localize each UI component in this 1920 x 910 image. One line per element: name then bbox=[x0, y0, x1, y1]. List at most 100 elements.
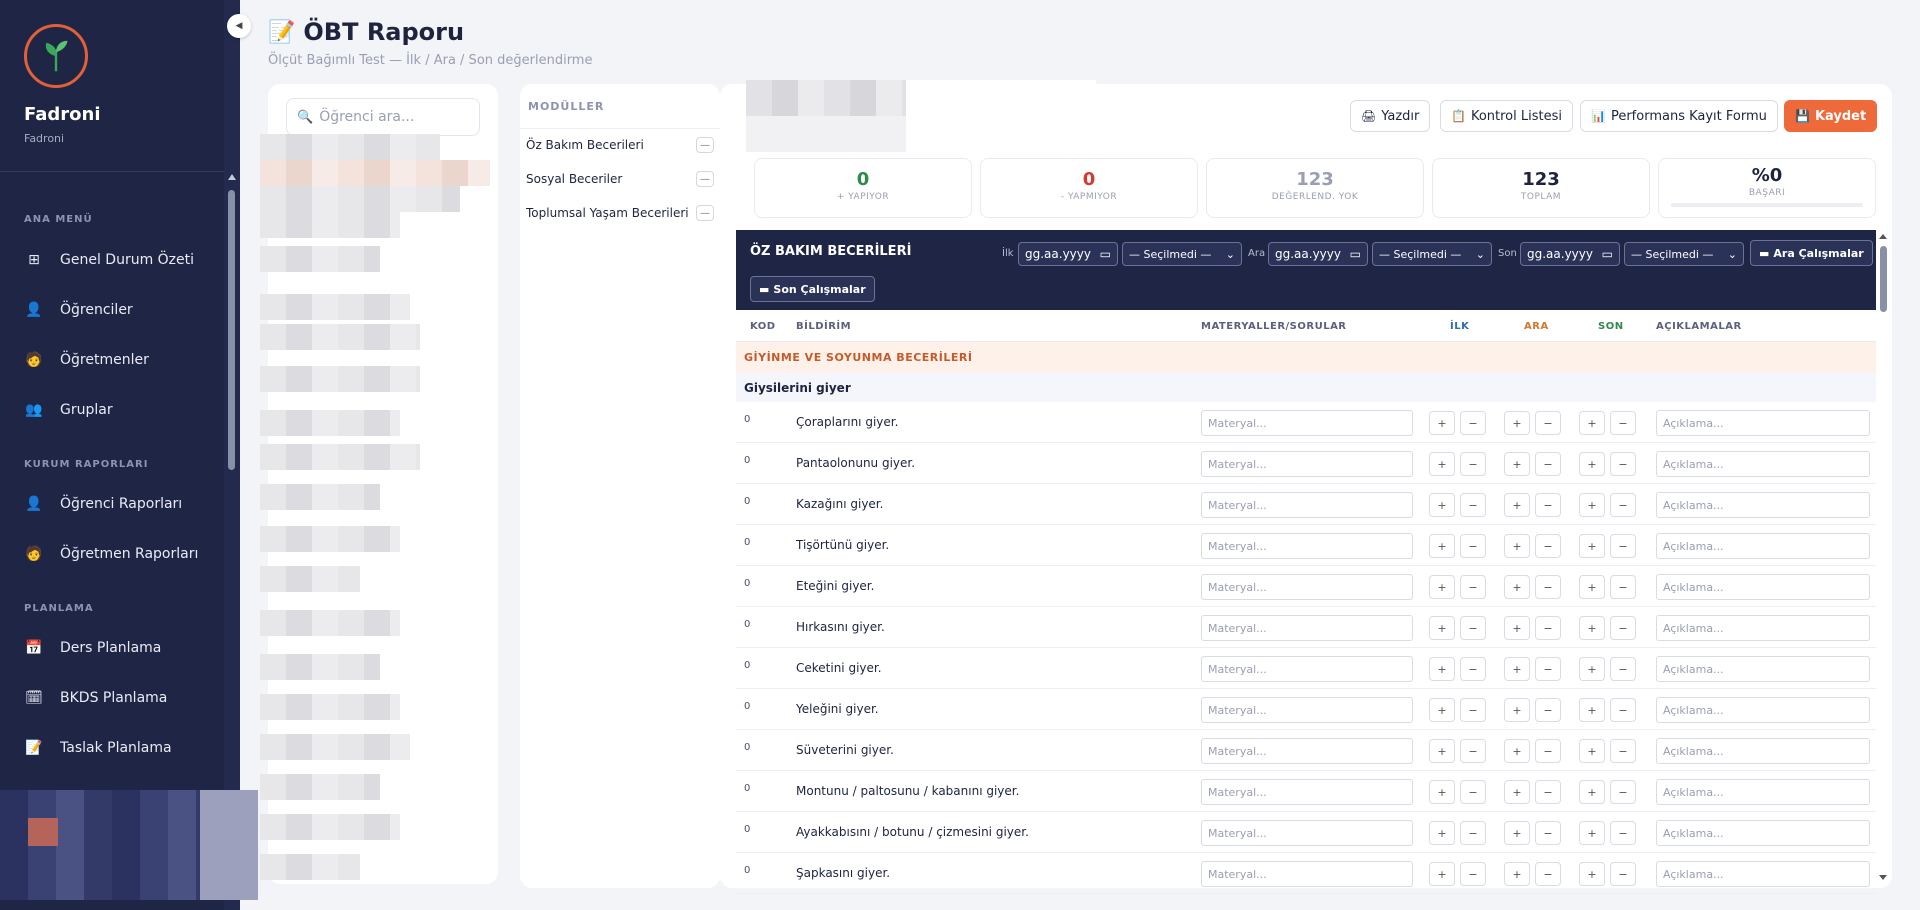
material-input[interactable]: Materyal... bbox=[1201, 574, 1413, 600]
ilk-plus-button[interactable]: + bbox=[1429, 698, 1455, 722]
son-plus-button[interactable]: + bbox=[1579, 411, 1605, 435]
list-item[interactable] bbox=[260, 526, 400, 552]
sidebar-item-bkds-planning[interactable]: 🗓 BKDS Planlama bbox=[24, 683, 214, 713]
ara-plus-button[interactable]: + bbox=[1504, 698, 1530, 722]
print-button[interactable]: 🖨 Yazdır bbox=[1350, 100, 1431, 132]
list-item[interactable] bbox=[260, 366, 420, 392]
ilk-minus-button[interactable]: − bbox=[1460, 862, 1486, 886]
ara-minus-button[interactable]: − bbox=[1535, 452, 1561, 476]
son-minus-button[interactable]: − bbox=[1610, 411, 1636, 435]
son-plus-button[interactable]: + bbox=[1579, 657, 1605, 681]
ilk-minus-button[interactable]: − bbox=[1460, 780, 1486, 804]
ara-plus-button[interactable]: + bbox=[1504, 862, 1530, 886]
son-plus-button[interactable]: + bbox=[1579, 575, 1605, 599]
list-item[interactable] bbox=[260, 654, 380, 680]
ilk-plus-button[interactable]: + bbox=[1429, 821, 1455, 845]
ilk-minus-button[interactable]: − bbox=[1460, 616, 1486, 640]
ara-minus-button[interactable]: − bbox=[1535, 780, 1561, 804]
son-plus-button[interactable]: + bbox=[1579, 862, 1605, 886]
list-item[interactable] bbox=[260, 212, 400, 238]
ilk-plus-button[interactable]: + bbox=[1429, 862, 1455, 886]
son-plus-button[interactable]: + bbox=[1579, 452, 1605, 476]
son-date-input[interactable]: gg.aa.yyyy ▭ bbox=[1520, 242, 1620, 266]
list-item[interactable] bbox=[260, 610, 400, 636]
ilk-minus-button[interactable]: − bbox=[1460, 575, 1486, 599]
son-minus-button[interactable]: − bbox=[1610, 534, 1636, 558]
ara-plus-button[interactable]: + bbox=[1504, 411, 1530, 435]
ara-minus-button[interactable]: − bbox=[1535, 575, 1561, 599]
son-works-button[interactable]: ▬ Son Çalışmalar bbox=[750, 276, 875, 302]
ilk-minus-button[interactable]: − bbox=[1460, 657, 1486, 681]
ara-evaluator-select[interactable]: — Seçilmedi — ⌄ bbox=[1372, 242, 1492, 266]
ara-plus-button[interactable]: + bbox=[1504, 739, 1530, 763]
ara-minus-button[interactable]: − bbox=[1535, 862, 1561, 886]
son-plus-button[interactable]: + bbox=[1579, 616, 1605, 640]
ara-plus-button[interactable]: + bbox=[1504, 575, 1530, 599]
material-input[interactable]: Materyal... bbox=[1201, 656, 1413, 682]
material-input[interactable]: Materyal... bbox=[1201, 615, 1413, 641]
module-item-community[interactable]: Toplumsal Yaşam Becerileri — bbox=[526, 202, 714, 224]
ilk-plus-button[interactable]: + bbox=[1429, 739, 1455, 763]
description-input[interactable]: Açıklama... bbox=[1656, 861, 1870, 887]
scrollbar-thumb[interactable] bbox=[1880, 246, 1887, 312]
ilk-plus-button[interactable]: + bbox=[1429, 575, 1455, 599]
son-minus-button[interactable]: − bbox=[1610, 657, 1636, 681]
son-plus-button[interactable]: + bbox=[1579, 821, 1605, 845]
sidebar-item-draft-planning[interactable]: 📝 Taslak Planlama bbox=[24, 733, 214, 763]
son-minus-button[interactable]: − bbox=[1610, 780, 1636, 804]
description-input[interactable]: Açıklama... bbox=[1656, 492, 1870, 518]
material-input[interactable]: Materyal... bbox=[1201, 451, 1413, 477]
son-minus-button[interactable]: − bbox=[1610, 493, 1636, 517]
ara-minus-button[interactable]: − bbox=[1535, 493, 1561, 517]
sidebar-item-lesson-planning[interactable]: 📅 Ders Planlama bbox=[24, 633, 214, 663]
material-input[interactable]: Materyal... bbox=[1201, 410, 1413, 436]
list-item[interactable] bbox=[260, 134, 440, 160]
ilk-evaluator-select[interactable]: — Seçilmedi — ⌄ bbox=[1122, 242, 1242, 266]
ara-minus-button[interactable]: − bbox=[1535, 739, 1561, 763]
son-minus-button[interactable]: − bbox=[1610, 862, 1636, 886]
module-item-self-care[interactable]: Öz Bakım Becerileri — bbox=[526, 134, 714, 156]
checklist-button[interactable]: 📋 Kontrol Listesi bbox=[1440, 100, 1573, 132]
ilk-plus-button[interactable]: + bbox=[1429, 534, 1455, 558]
ilk-minus-button[interactable]: − bbox=[1460, 493, 1486, 517]
scroll-up-icon[interactable] bbox=[228, 174, 236, 180]
son-minus-button[interactable]: − bbox=[1610, 616, 1636, 640]
sidebar-item-teacher-reports[interactable]: 🧑 Öğretmen Raporları bbox=[24, 539, 214, 569]
material-input[interactable]: Materyal... bbox=[1201, 738, 1413, 764]
list-item[interactable] bbox=[260, 246, 380, 272]
list-item[interactable] bbox=[260, 814, 400, 840]
ara-plus-button[interactable]: + bbox=[1504, 534, 1530, 558]
list-item[interactable] bbox=[260, 854, 360, 880]
son-minus-button[interactable]: − bbox=[1610, 452, 1636, 476]
description-input[interactable]: Açıklama... bbox=[1656, 533, 1870, 559]
son-plus-button[interactable]: + bbox=[1579, 698, 1605, 722]
description-input[interactable]: Açıklama... bbox=[1656, 697, 1870, 723]
scroll-up-icon[interactable] bbox=[1879, 234, 1887, 239]
ilk-plus-button[interactable]: + bbox=[1429, 411, 1455, 435]
ilk-date-input[interactable]: gg.aa.yyyy ▭ bbox=[1018, 242, 1118, 266]
son-minus-button[interactable]: − bbox=[1610, 698, 1636, 722]
ara-minus-button[interactable]: − bbox=[1535, 616, 1561, 640]
description-input[interactable]: Açıklama... bbox=[1656, 410, 1870, 436]
ilk-minus-button[interactable]: − bbox=[1460, 452, 1486, 476]
ilk-plus-button[interactable]: + bbox=[1429, 780, 1455, 804]
son-plus-button[interactable]: + bbox=[1579, 493, 1605, 517]
list-item[interactable] bbox=[260, 324, 420, 350]
material-input[interactable]: Materyal... bbox=[1201, 820, 1413, 846]
ilk-minus-button[interactable]: − bbox=[1460, 821, 1486, 845]
list-item[interactable] bbox=[260, 566, 360, 592]
sidebar-item-teachers[interactable]: 🧑 Öğretmenler bbox=[24, 345, 214, 375]
son-minus-button[interactable]: − bbox=[1610, 821, 1636, 845]
son-plus-button[interactable]: + bbox=[1579, 780, 1605, 804]
ilk-minus-button[interactable]: − bbox=[1460, 739, 1486, 763]
description-input[interactable]: Açıklama... bbox=[1656, 451, 1870, 477]
sidebar-item-student-reports[interactable]: 👤 Öğrenci Raporları bbox=[24, 489, 214, 519]
ara-minus-button[interactable]: − bbox=[1535, 698, 1561, 722]
list-item[interactable] bbox=[260, 160, 490, 186]
material-input[interactable]: Materyal... bbox=[1201, 861, 1413, 887]
description-input[interactable]: Açıklama... bbox=[1656, 615, 1870, 641]
material-input[interactable]: Materyal... bbox=[1201, 779, 1413, 805]
ara-minus-button[interactable]: − bbox=[1535, 657, 1561, 681]
list-item[interactable] bbox=[260, 484, 380, 510]
description-input[interactable]: Açıklama... bbox=[1656, 656, 1870, 682]
